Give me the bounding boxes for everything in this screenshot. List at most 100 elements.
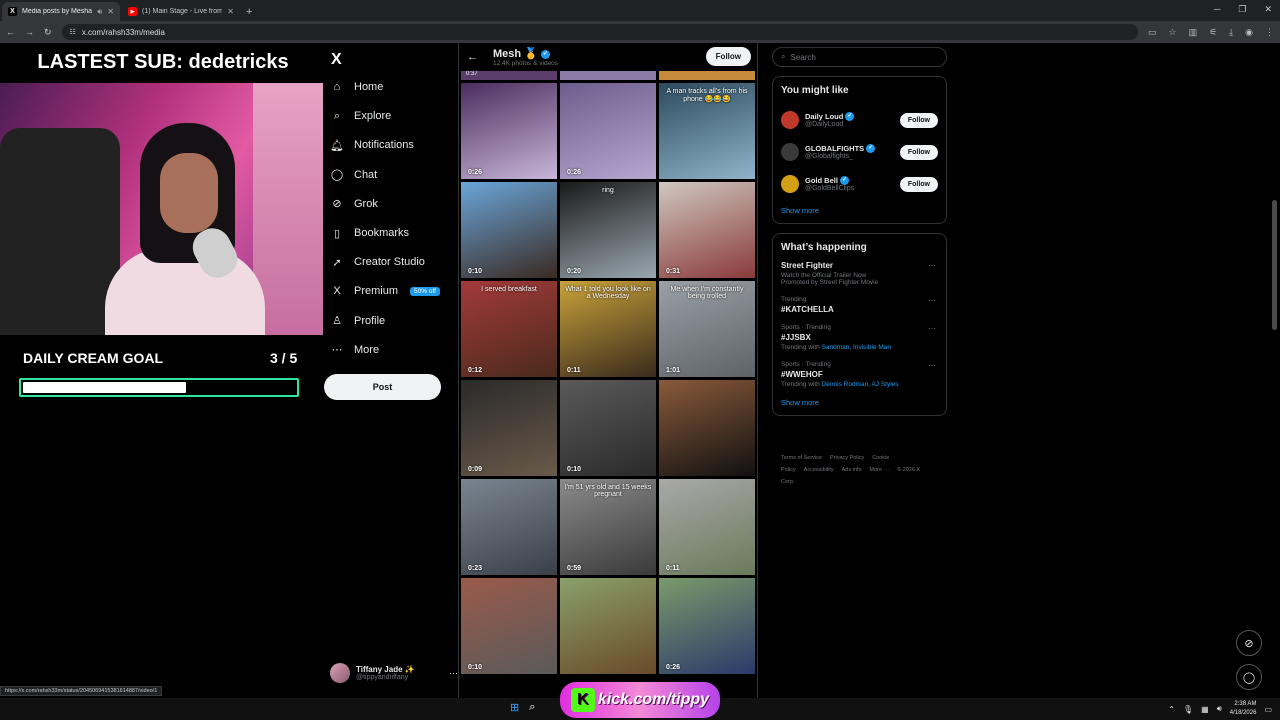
taskbar-search-icon[interactable]: ⌕ — [529, 701, 535, 714]
suggested-account[interactable]: Gold Bell ✓ @GoldBellClips Follow — [781, 168, 938, 200]
new-tab-button[interactable]: + — [246, 6, 252, 18]
media-tile[interactable]: 0:26 — [461, 83, 557, 179]
speaker-icon[interactable]: 🔊︎ — [97, 7, 102, 17]
browser-tab-coachella[interactable]: ▶ (1) Main Stage - Live from Coa ✕ — [122, 2, 240, 21]
profile-icon[interactable]: ◉ — [1245, 27, 1253, 38]
network-icon[interactable]: ▦ — [1201, 705, 1209, 714]
nav-more[interactable]: ⋯ More — [330, 339, 380, 361]
nav-premium[interactable]: X Premium 50% off — [330, 280, 440, 302]
media-tile[interactable]: ring 0:20 — [560, 182, 656, 278]
media-tile[interactable] — [659, 380, 755, 476]
post-button[interactable]: Post — [324, 374, 441, 400]
account-more-icon[interactable]: ⋯ — [449, 668, 458, 679]
account-name: GLOBALFIGHTS — [805, 143, 865, 153]
show-more-link[interactable]: Show more — [781, 398, 938, 407]
trend-more-icon[interactable]: ⋯ — [928, 361, 936, 370]
reload-icon[interactable]: ↻ — [44, 27, 52, 38]
trend-item[interactable]: Trending #KATCHELLA ⋯ — [781, 296, 938, 314]
volume-icon[interactable]: 🔊︎ — [1217, 704, 1222, 714]
nav-explore[interactable]: ⌕ Explore — [330, 105, 391, 127]
extensions-icon[interactable]: ⚟ — [1209, 27, 1217, 38]
follow-button[interactable]: Follow — [899, 112, 938, 128]
media-tile[interactable]: I served breakfast 0:12 — [461, 281, 557, 377]
follow-button[interactable]: Follow — [705, 47, 751, 66]
footer-link[interactable]: Terms of Service — [781, 455, 822, 461]
grok-fab-icon[interactable]: ⊘ — [1236, 630, 1262, 656]
suggested-account[interactable]: Daily Loud ✓ @DailyLoud Follow — [781, 104, 938, 136]
forward-icon[interactable]: → — [25, 27, 34, 37]
media-tile[interactable]: 0:10 — [461, 182, 557, 278]
media-grid: 0:26 0:26 A man tracks all's from his phon… — [461, 83, 757, 674]
mic-icon[interactable]: 🎙︎ — [1183, 705, 1193, 714]
minimize-icon[interactable]: ─ — [1214, 4, 1220, 15]
media-tile[interactable]: 0:09 — [461, 380, 557, 476]
verified-badge-icon: ✓ — [845, 112, 855, 122]
footer-link[interactable]: Privacy Policy — [830, 455, 864, 461]
messages-fab-icon[interactable]: ◯ — [1236, 664, 1262, 690]
nav-creator-studio[interactable]: ➚ Creator Studio — [330, 251, 425, 273]
media-tile[interactable]: 0:23 — [461, 479, 557, 575]
media-tile[interactable]: I'm 51 yrs old and 15 weeks pregnant 0:59 — [560, 479, 656, 575]
nav-chat[interactable]: ◯ Chat — [330, 164, 377, 186]
media-tile[interactable]: Me when I'm constantly being trolled 1:01 — [659, 281, 755, 377]
x-logo-icon[interactable]: X — [331, 51, 342, 69]
nav-label: Notifications — [354, 139, 414, 152]
nav-label: Home — [354, 81, 384, 93]
close-tab-icon[interactable]: ✕ — [107, 7, 114, 16]
maximize-icon[interactable]: ❐ — [1238, 4, 1246, 15]
media-tile[interactable]: 0:26 — [659, 578, 755, 674]
gaming-chair — [0, 128, 120, 335]
trend-item[interactable]: Street Fighter Watch the Official Trailer… — [781, 261, 938, 286]
trend-related-links[interactable]: Dennis Rodman, AJ Styles — [822, 381, 899, 388]
media-tile[interactable]: 0:26 — [560, 83, 656, 179]
media-tile[interactable]: What 1 told you look like on a Wednesday… — [560, 281, 656, 377]
footer-link[interactable]: More ··· — [870, 467, 890, 473]
menu-icon[interactable]: ⋮ — [1265, 27, 1274, 38]
media-tile[interactable]: 0:10 — [461, 578, 557, 674]
sidebar-icon[interactable]: ▥ — [1189, 27, 1198, 38]
footer-link[interactable]: Ads info — [842, 467, 862, 473]
footer-link[interactable]: Accessibility — [804, 467, 834, 473]
trend-related-links[interactable]: Sandman, Invisible Man — [822, 344, 891, 351]
windows-start-icon[interactable]: ⊞ — [510, 701, 519, 714]
site-info-icon[interactable]: ☷ — [70, 28, 76, 36]
trend-subtext: Trending with — [781, 344, 820, 351]
nav-home[interactable]: ⌂ Home — [330, 76, 384, 98]
tray-chevron-icon[interactable]: ⌃ — [1168, 705, 1175, 714]
media-tile[interactable]: A man tracks all's from his phone 😂😂😂 — [659, 83, 755, 179]
video-duration: 0:26 — [567, 169, 582, 176]
nav-grok[interactable]: ⊘ Grok — [330, 193, 377, 215]
show-more-link[interactable]: Show more — [781, 206, 938, 215]
trend-item[interactable]: Sports · Trending #JJSBX Trending with San… — [781, 324, 938, 351]
page-scrollbar[interactable] — [1272, 200, 1277, 330]
back-arrow-icon[interactable]: ← — [467, 51, 493, 63]
follow-button[interactable]: Follow — [899, 144, 938, 160]
close-tab-icon[interactable]: ✕ — [227, 7, 234, 16]
trend-more-icon[interactable]: ⋯ — [928, 296, 936, 305]
partial-tile[interactable] — [560, 71, 656, 80]
partial-tile[interactable] — [659, 71, 755, 80]
media-tile[interactable]: 0:11 — [659, 479, 755, 575]
nav-bookmarks[interactable]: ▯ Bookmarks — [330, 222, 409, 244]
trend-item[interactable]: Sports · Trending #WWEHOF Trending with De… — [781, 361, 938, 388]
url-field[interactable]: ☷ x.com/rahsh33m/media — [61, 24, 1138, 40]
search-input[interactable]: ⌕ Search — [772, 47, 947, 67]
media-tile[interactable] — [560, 578, 656, 674]
close-window-icon[interactable]: ✕ — [1264, 4, 1272, 15]
suggested-account[interactable]: GLOBALFIGHTS ✓ @Globalfights_ Follow — [781, 136, 938, 168]
media-tile[interactable]: 0:10 — [560, 380, 656, 476]
bookmark-star-icon[interactable]: ☆ — [1168, 27, 1176, 38]
notifications-tray-icon[interactable]: ▭ — [1264, 705, 1272, 714]
follow-button[interactable]: Follow — [899, 176, 938, 192]
nav-notifications[interactable]: 🔔︎ Notifications — [330, 134, 414, 156]
media-tile[interactable]: 0:31 — [659, 182, 755, 278]
trend-more-icon[interactable]: ⋯ — [928, 324, 936, 333]
back-icon[interactable]: ← — [6, 27, 15, 37]
nav-profile[interactable]: ♙ Profile — [330, 310, 385, 332]
browser-tab-x-media[interactable]: X Media posts by Meshaa (@ 🔊︎ ✕ — [2, 2, 120, 21]
clock[interactable]: 2:38 AM 4/18/2026 — [1230, 700, 1257, 718]
cast-icon[interactable]: ▭ — [1148, 27, 1157, 38]
trend-more-icon[interactable]: ⋯ — [928, 261, 936, 270]
download-icon[interactable]: ⤓ — [1229, 27, 1233, 38]
account-switcher[interactable]: Tiffany Jade ✨ @tippyandtiffany ⋯ — [330, 663, 458, 683]
